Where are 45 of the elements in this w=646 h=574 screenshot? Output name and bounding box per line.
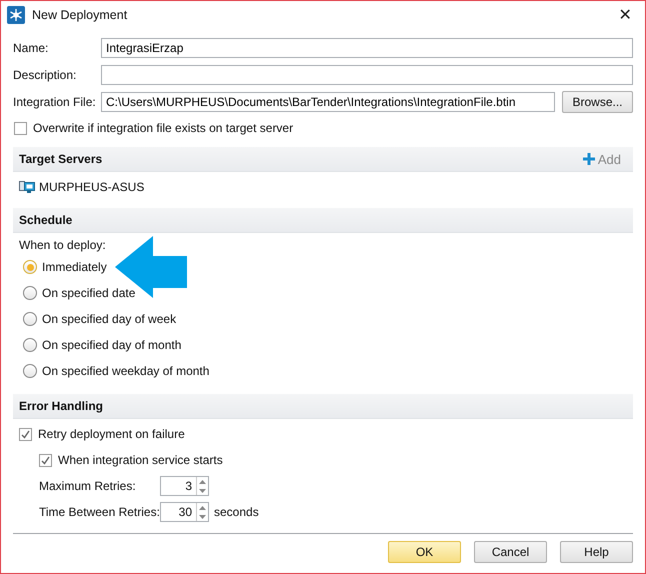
- checkbox[interactable]: [19, 428, 32, 440]
- radio-button[interactable]: [23, 286, 37, 300]
- radio-button[interactable]: [23, 338, 37, 352]
- browse-button[interactable]: Browse...: [562, 90, 633, 112]
- radio-label: On specified day of week: [42, 312, 176, 326]
- radio-label: On specified weekday of month: [42, 364, 210, 378]
- server-name[interactable]: MURPHEUS-ASUS: [39, 180, 144, 194]
- field-label: Description:: [13, 68, 78, 82]
- down-arrow-icon[interactable]: [199, 488, 206, 492]
- input-field[interactable]: [101, 64, 633, 84]
- checkbox-label: Retry deployment on failure: [38, 427, 185, 441]
- radio-button[interactable]: [23, 312, 37, 326]
- spin-field[interactable]: 30: [160, 502, 209, 522]
- close-button[interactable]: ✕: [605, 1, 645, 28]
- section-title: Schedule: [19, 213, 72, 227]
- section-title: Error Handling: [19, 399, 104, 413]
- dialog-button[interactable]: Cancel: [474, 541, 547, 563]
- radio-label: On specified date: [42, 286, 136, 300]
- field-label: Integration File:: [13, 94, 97, 108]
- unit-label: seconds: [214, 505, 259, 519]
- prompt-label: When to deploy:: [18, 237, 107, 254]
- checkbox-label: Overwrite if integration file exists on target server: [33, 121, 294, 135]
- radio-button[interactable]: [23, 260, 37, 274]
- radio-button[interactable]: [23, 364, 37, 378]
- plus-icon: [582, 153, 595, 165]
- down-arrow-icon[interactable]: [199, 514, 206, 518]
- radio-label: On specified day of month: [42, 338, 182, 352]
- server-icon: [19, 180, 35, 194]
- checkbox-label: When integration service starts: [58, 453, 223, 467]
- up-arrow-icon[interactable]: [199, 480, 206, 484]
- section-title: Target Servers: [19, 152, 102, 166]
- dialog-button[interactable]: OK: [388, 541, 461, 563]
- input-field[interactable]: IntegrasiErzap: [101, 38, 633, 58]
- field-label: Time Between Retries:: [39, 505, 160, 519]
- input-field[interactable]: C:\Users\MURPHEUS\Documents\BarTender\Integrations\IntegrationFile.btin: [101, 92, 555, 112]
- radio-label: Immediately: [42, 260, 107, 274]
- window-title: New Deployment: [32, 8, 128, 22]
- app-icon: [7, 6, 25, 24]
- field-label: Maximum Retries:: [39, 479, 137, 493]
- dialog-button[interactable]: Help: [560, 541, 633, 563]
- field-label: Name:: [13, 40, 50, 54]
- spin-field[interactable]: 3: [160, 476, 209, 496]
- up-arrow-icon[interactable]: [199, 506, 206, 510]
- checkbox[interactable]: [14, 122, 27, 134]
- checkbox[interactable]: [39, 454, 52, 466]
